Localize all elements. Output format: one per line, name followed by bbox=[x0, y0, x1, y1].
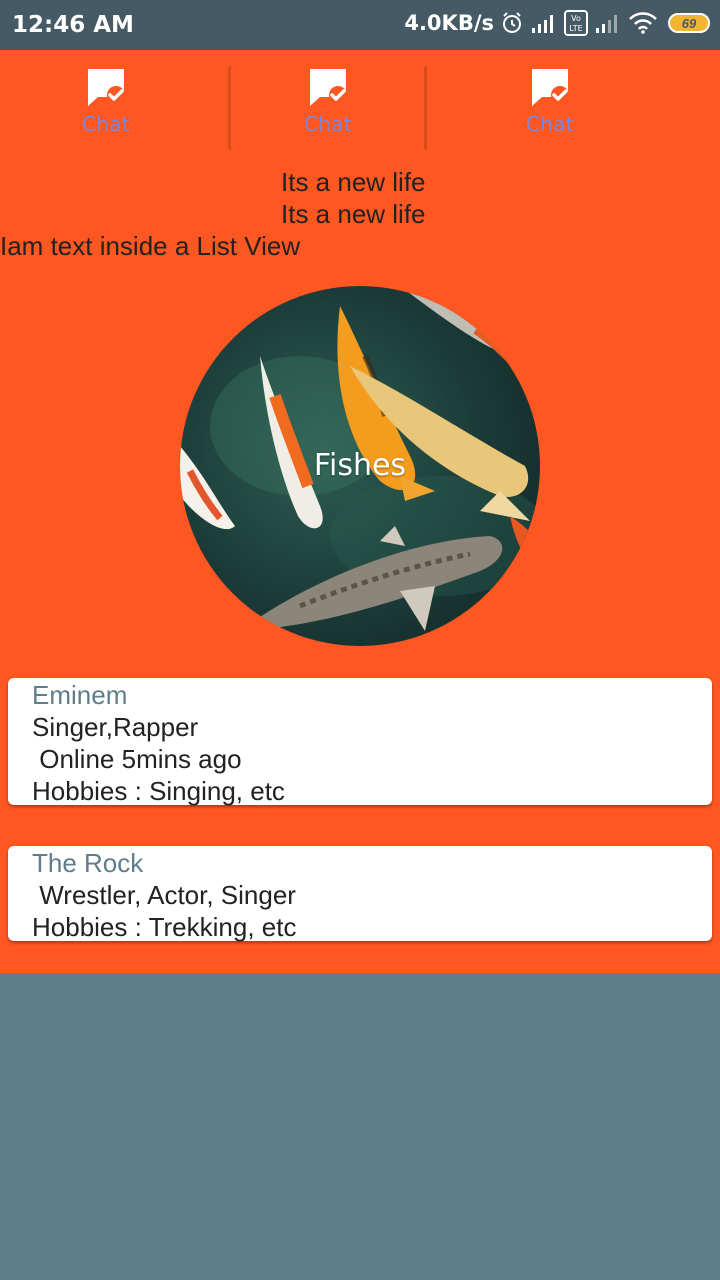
tab-divider bbox=[228, 66, 231, 150]
list-view-text: Iam text inside a List View bbox=[0, 231, 301, 261]
content-area: Chat Chat Chat Its a new life Its a new … bbox=[0, 50, 720, 973]
card-line: Online 5mins ago bbox=[32, 744, 242, 774]
contact-card-the-rock[interactable]: The Rock Wrestler, Actor, Singer Hobbies… bbox=[8, 846, 712, 942]
svg-text:Vo: Vo bbox=[571, 14, 581, 23]
tab-label: Chat bbox=[82, 112, 130, 136]
battery-icon: 69 bbox=[668, 13, 710, 33]
svg-text:LTE: LTE bbox=[569, 24, 582, 33]
card-title: Eminem bbox=[32, 680, 128, 710]
alarm-icon bbox=[503, 12, 521, 33]
tab-label: Chat bbox=[526, 112, 574, 136]
tab-bar: Chat Chat Chat bbox=[0, 50, 720, 160]
status-time: 12:46 AM bbox=[12, 12, 134, 38]
card-line: Hobbies : Singing, etc bbox=[32, 776, 285, 806]
chat-check-icon bbox=[88, 69, 125, 106]
wifi-icon bbox=[629, 12, 657, 34]
card-line: Hobbies : Trekking, etc bbox=[32, 912, 297, 942]
text-line-1: Its a new life bbox=[281, 167, 426, 197]
image-caption: Fishes bbox=[313, 448, 407, 483]
status-icons: 4.0KB/s Vo LTE 69 bbox=[404, 10, 710, 36]
tab-chat-3[interactable]: Chat bbox=[490, 66, 610, 146]
card-line: Singer,Rapper bbox=[32, 712, 199, 742]
signal-icon bbox=[596, 15, 617, 33]
tab-chat-1[interactable]: Chat bbox=[46, 66, 166, 146]
network-speed: 4.0KB/s bbox=[404, 11, 494, 35]
contact-card-eminem[interactable]: Eminem Singer,Rapper Online 5mins ago Ho… bbox=[8, 678, 712, 806]
status-bar: 12:46 AM 4.0KB/s Vo LTE 69 bbox=[0, 0, 720, 50]
tab-label: Chat bbox=[304, 112, 352, 136]
text-line-2: Its a new life bbox=[281, 199, 426, 229]
tab-divider bbox=[424, 66, 427, 150]
chat-check-icon bbox=[532, 69, 569, 106]
card-line: Wrestler, Actor, Singer bbox=[32, 880, 296, 910]
chat-check-icon bbox=[310, 69, 347, 106]
fishes-image: Fishes bbox=[180, 286, 540, 646]
battery-level: 69 bbox=[681, 15, 697, 31]
tab-chat-2[interactable]: Chat bbox=[268, 66, 388, 146]
card-title: The Rock bbox=[32, 848, 144, 878]
signal-icon bbox=[532, 15, 553, 33]
volte-icon: Vo LTE bbox=[564, 10, 588, 36]
